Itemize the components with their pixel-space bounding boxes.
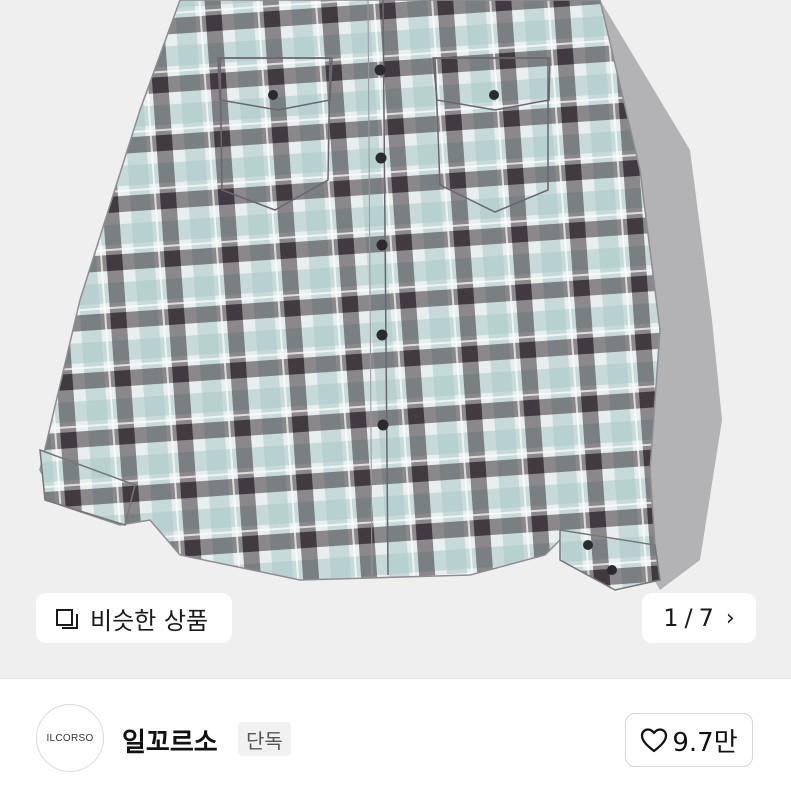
heart-outline-icon	[641, 728, 668, 753]
like-button[interactable]: 9.7만	[625, 713, 753, 767]
total-image-count: 7	[698, 604, 714, 632]
chevron-right-icon: ›	[725, 605, 735, 631]
seller-avatar-text: ILCORSO	[46, 732, 94, 744]
section-divider	[0, 678, 791, 679]
image-counter-button[interactable]: 1 / 7 ›	[642, 593, 756, 643]
exclusive-badge: 단독	[238, 722, 291, 756]
like-count: 9.7만	[672, 727, 738, 758]
seller-avatar[interactable]: ILCORSO	[36, 704, 104, 772]
current-image-index: 1	[663, 604, 679, 632]
counter-separator: /	[684, 604, 693, 632]
plaid-shirt-image	[39, 0, 722, 591]
seller-name[interactable]: 일꼬르소	[122, 722, 218, 759]
similar-items-button[interactable]: 비슷한 상품	[36, 593, 232, 643]
product-image[interactable]: 비슷한 상품 1 / 7 ›	[0, 0, 791, 678]
similar-items-label: 비슷한 상품	[90, 606, 209, 635]
similar-items-icon	[54, 605, 80, 631]
